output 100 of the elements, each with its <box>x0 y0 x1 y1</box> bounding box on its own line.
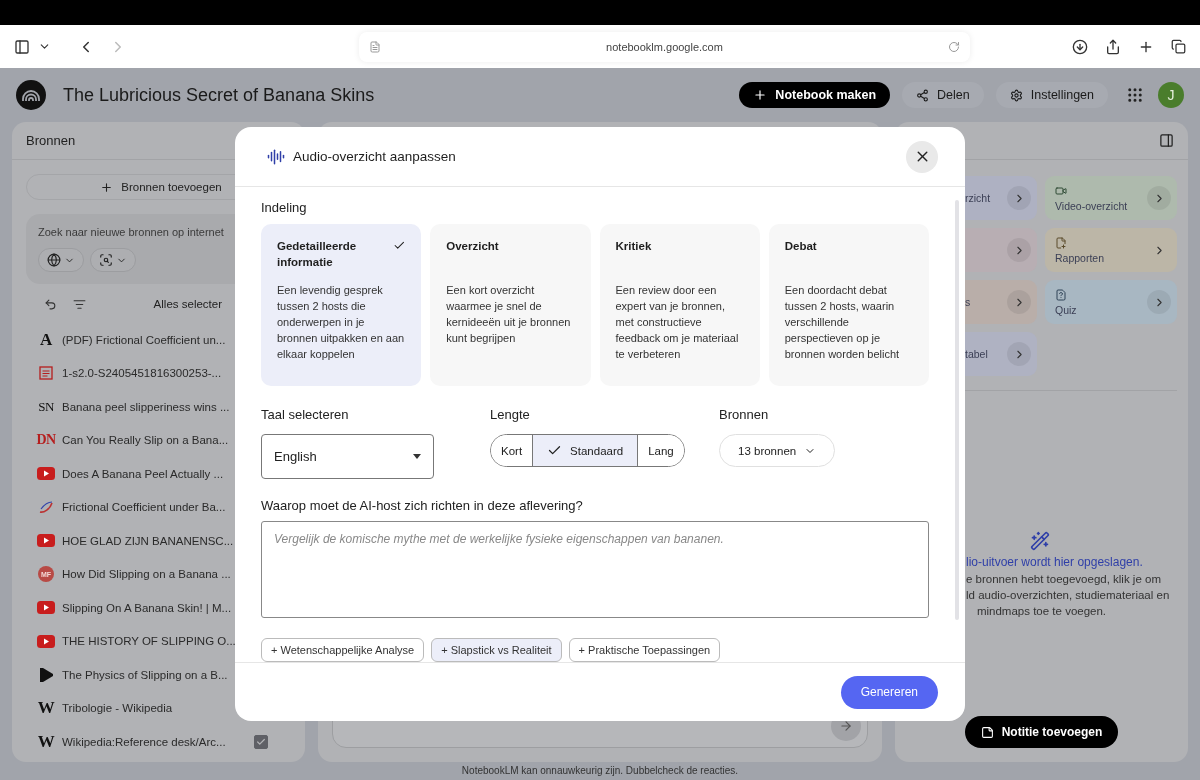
section-label: Indeling <box>261 199 308 217</box>
source-title[interactable]: Frictional Coefficient under Ba... <box>62 501 226 514</box>
studio-tile[interactable]: Quiz <box>1045 280 1177 324</box>
studio-tile[interactable]: Video-overzicht <box>1045 176 1177 220</box>
video-icon <box>1055 184 1067 197</box>
arrow-right-icon <box>839 719 853 733</box>
plus-icon <box>753 88 768 102</box>
format-card[interactable]: Debat Een doordacht debat tussen 2 hosts, waarin verschillende perspectieven op je bronnen worden belicht <box>768 224 929 386</box>
tile-label: tabel <box>965 348 989 360</box>
settings-button[interactable]: Instellingen <box>995 82 1108 108</box>
source-title[interactable]: How Did Slipping on a Banana ... <box>62 568 231 581</box>
source-title[interactable]: Slipping On A Banana Skin! | M... <box>62 601 232 614</box>
video-play-icon <box>37 534 55 548</box>
select-all-label: Alles selecter <box>153 298 222 310</box>
close-button[interactable] <box>906 140 938 173</box>
web-source-dropdown[interactable] <box>38 248 84 272</box>
source-logo: DN <box>36 432 56 449</box>
settings-icon <box>1009 88 1023 102</box>
source-logo: A <box>40 329 52 350</box>
audio-wave-icon <box>267 147 285 166</box>
format-title: Overzicht <box>446 239 499 254</box>
format-card[interactable]: Overzicht Een kort overzicht waarmee je snel de kernideeën uit je bronnen kunt begrijpen <box>430 224 591 386</box>
search-mode-dropdown[interactable] <box>90 248 136 272</box>
tile-arrow-button[interactable] <box>1007 342 1031 366</box>
studio-tile[interactable]: Rapporten <box>1045 228 1177 272</box>
source-title[interactable]: 1-s2.0-S2405451816300253-... <box>62 367 222 380</box>
source-title[interactable]: Banana peel slipperiness wins ... <box>62 400 230 413</box>
add-note-button[interactable]: Notitie toevoegen <box>964 716 1119 748</box>
source-title[interactable]: Can You Really Slip on a Bana... <box>62 434 229 447</box>
sources-dropdown[interactable]: 13 bronnen <box>719 434 836 467</box>
source-logo: W <box>37 731 55 752</box>
suggestion-chip[interactable]: + Wetenschappelijke Analyse <box>261 638 425 662</box>
tile-label: Video-overzicht <box>1055 199 1129 212</box>
format-description: Een kort overzicht waarmee je snel de kernideeën uit je bronnen kunt begrijpen <box>446 283 572 346</box>
check-icon <box>256 736 266 747</box>
format-card[interactable]: Kritiek Een review door een expert van je bronnen, met constructieve feedback om je materiaal te verbeteren <box>599 224 760 386</box>
field-label: Taal selecteren <box>261 406 350 424</box>
undo-icon[interactable] <box>44 297 57 311</box>
tile-arrow-button[interactable] <box>1147 290 1171 314</box>
note-icon <box>980 725 994 739</box>
source-title[interactable]: Does A Banana Peel Actually ... <box>62 467 224 480</box>
source-logo: W <box>37 698 55 719</box>
format-description: Een review door een expert van je bronnen, met constructieve feedback om je materiaal te verbeteren <box>615 283 740 362</box>
dropdown-caret-icon <box>413 454 421 459</box>
tile-label: s <box>965 296 972 308</box>
source-title[interactable]: THE HISTORY OF SLIPPING O... <box>62 635 236 648</box>
panel-toggle-icon[interactable] <box>1159 133 1174 148</box>
document-plus-icon <box>1055 236 1067 249</box>
length-option[interactable]: Lang <box>637 435 684 466</box>
source-title[interactable]: The Physics of Slipping on a B... <box>62 668 228 681</box>
source-title[interactable]: HOE GLAD ZIJN BANANENSC... <box>62 534 234 547</box>
empty-state-text: mindmaps toe te voegen. <box>976 604 1107 617</box>
tile-arrow-button[interactable] <box>1147 186 1171 210</box>
search-placeholder: Zoek naar nieuwe bronnen op internet <box>38 226 225 238</box>
tile-arrow-button[interactable] <box>1007 238 1031 262</box>
tile-arrow-button[interactable] <box>1007 186 1031 210</box>
tile-label: rzicht <box>965 192 992 204</box>
wedge-logo-icon <box>38 666 54 683</box>
language-select[interactable]: English <box>261 434 434 479</box>
suggestion-chip[interactable]: + Praktische Toepassingen <box>568 638 721 662</box>
field-label: Lengte <box>490 406 531 424</box>
format-card[interactable]: Gedetailleerde informatie Een levendig gesprek tussen 2 hosts die onderwerpen in je bronnen uitpakken en aan elkaar koppelen <box>261 224 422 386</box>
source-title[interactable]: Wikipedia:Reference desk/Arc... <box>62 735 226 748</box>
prompt-label: Waarop moet de AI-host zich richten in deze aflevering? <box>261 498 584 513</box>
source-title[interactable]: (PDF) Frictional Coefficient un... <box>62 333 226 346</box>
panel-title: Bronnen <box>26 133 76 148</box>
address-bar[interactable]: notebooklm.google.com <box>359 31 970 62</box>
tile-label: Rapporten <box>1055 251 1106 264</box>
user-avatar[interactable]: J <box>1158 82 1184 108</box>
format-title: Debat <box>784 239 817 254</box>
share-button[interactable]: Delen <box>902 82 984 108</box>
video-play-icon <box>37 467 55 481</box>
app-logo-icon <box>16 80 46 110</box>
format-description: Een levendig gesprek tussen 2 hosts die onderwerpen in je bronnen uitpakken en aan elkaar koppelen <box>277 283 406 362</box>
question-document-icon <box>1055 288 1067 301</box>
reload-icon[interactable] <box>948 40 960 53</box>
new-notebook-button[interactable]: Notebook maken <box>739 82 891 108</box>
plus-icon <box>100 180 114 194</box>
dialog-title: Audio-overzicht aanpassen <box>293 149 457 164</box>
source-title[interactable]: Tribologie - Wikipedia <box>62 702 173 715</box>
search-sparkle-icon <box>99 253 113 267</box>
suggestion-chip[interactable]: + Slapstick vs Realiteit <box>431 638 562 662</box>
source-checkbox[interactable] <box>254 734 268 749</box>
empty-state-title: lio-uitvoer wordt hier opgeslagen. <box>966 554 1143 569</box>
video-play-icon <box>37 601 55 615</box>
generate-button[interactable]: Genereren <box>840 675 938 709</box>
apps-grid-icon[interactable] <box>1126 86 1144 104</box>
tabs-icon[interactable] <box>1169 37 1188 56</box>
filter-icon[interactable] <box>73 297 86 311</box>
format-title: Kritiek <box>615 239 652 254</box>
length-option[interactable]: Standaard <box>532 435 638 466</box>
empty-state-text: ld audio-overzichten, studiemateriaal en <box>966 588 1170 601</box>
tile-arrow-button[interactable] <box>1007 290 1031 314</box>
empty-state-text: e bronnen hebt toegevoegd, klik je om <box>966 572 1161 585</box>
disclaimer-text: NotebookLM kan onnauwkeurig zijn. Dubbelcheck de reacties. <box>460 764 740 778</box>
prompt-field[interactable]: Vergelijk de komische mythe met de werkelijke fysieke eigenschappen van bananen. <box>261 521 929 618</box>
magic-wand-icon <box>1029 530 1050 551</box>
video-play-icon <box>37 634 55 648</box>
format-description: Een doordacht debat tussen 2 hosts, waarin verschillende perspectieven op je bronnen worden belicht <box>784 283 901 362</box>
source-logo: SN <box>38 398 54 415</box>
